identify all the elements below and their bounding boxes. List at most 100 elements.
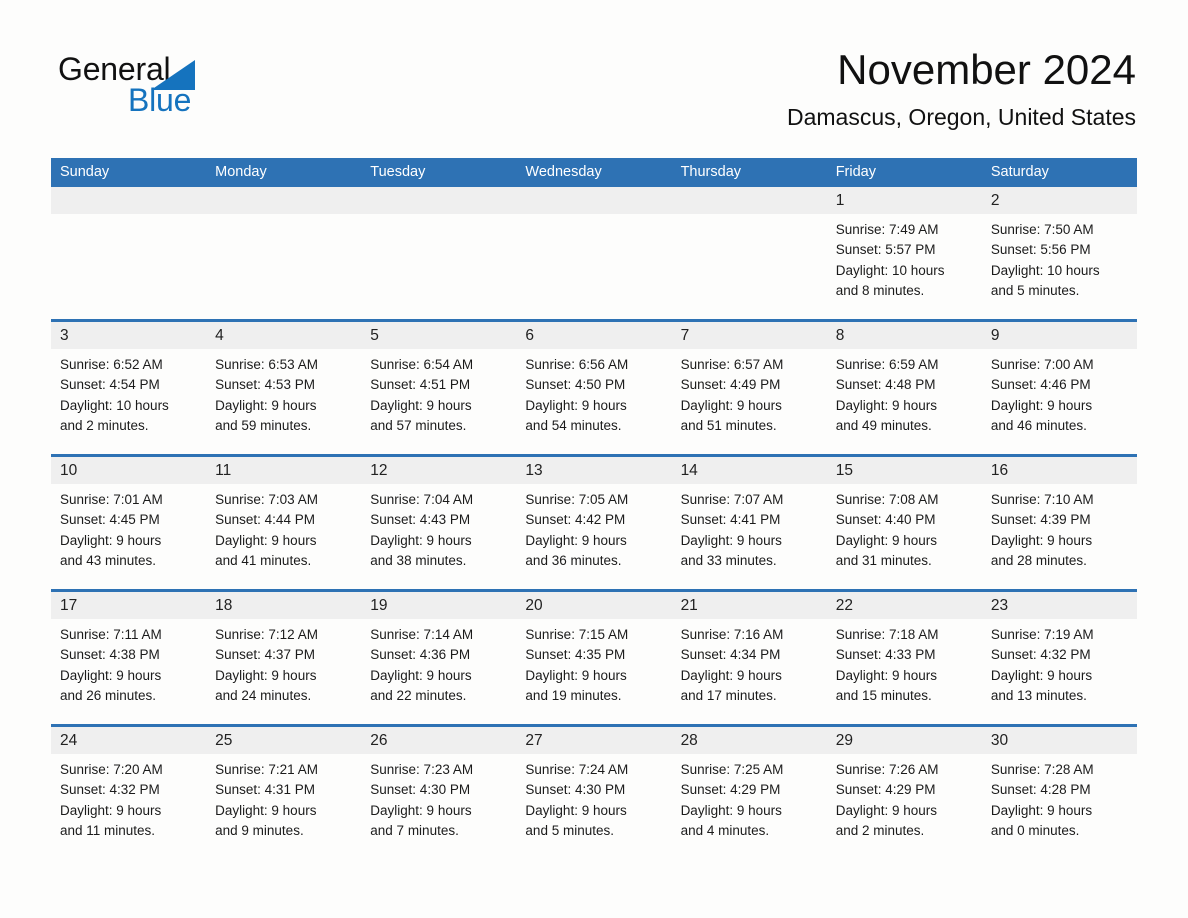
daylight-text-line2: and 57 minutes. [370, 417, 467, 433]
day-number-band: 2 [981, 187, 1137, 214]
day-cell[interactable]: 17 Sunrise: 7:11 AM Sunset: 4:38 PM Dayl… [51, 592, 207, 724]
day-cell[interactable]: 25 Sunrise: 7:21 AM Sunset: 4:31 PM Dayl… [206, 727, 362, 859]
day-number-band: 16 [981, 457, 1137, 484]
week-row: 1 Sunrise: 7:49 AM Sunset: 5:57 PM Dayli… [51, 187, 1137, 319]
day-number: 10 [60, 462, 78, 479]
day-cell[interactable]: 20 Sunrise: 7:15 AM Sunset: 4:35 PM Dayl… [516, 592, 672, 724]
daylight-text-line2: and 28 minutes. [990, 552, 1087, 568]
day-cell[interactable]: 1 Sunrise: 7:49 AM Sunset: 5:57 PM Dayli… [826, 187, 982, 319]
day-number: 13 [525, 462, 543, 479]
sunset-text: Sunset: 4:45 PM [60, 512, 160, 528]
day-cell[interactable]: 27 Sunrise: 7:24 AM Sunset: 4:30 PM Dayl… [516, 727, 672, 859]
day-cell[interactable]: 15 Sunrise: 7:08 AM Sunset: 4:40 PM Dayl… [826, 457, 982, 589]
day-cell[interactable]: 18 Sunrise: 7:12 AM Sunset: 4:37 PM Dayl… [206, 592, 362, 724]
day-cell[interactable]: 9 Sunrise: 7:00 AM Sunset: 4:46 PM Dayli… [981, 322, 1137, 454]
sunset-text: Sunset: 4:38 PM [60, 647, 160, 663]
day-cell[interactable]: 11 Sunrise: 7:03 AM Sunset: 4:44 PM Dayl… [206, 457, 362, 589]
sunset-text: Sunset: 4:41 PM [680, 512, 781, 528]
day-details: Sunrise: 7:05 AM Sunset: 4:42 PM Dayligh… [516, 484, 671, 571]
daylight-text-line1: Daylight: 9 hours [60, 667, 162, 683]
day-details: Sunrise: 7:03 AM Sunset: 4:44 PM Dayligh… [206, 484, 361, 571]
daylight-text-line2: and 54 minutes. [525, 417, 622, 433]
day-cell[interactable]: 4 Sunrise: 6:53 AM Sunset: 4:53 PM Dayli… [206, 322, 362, 454]
day-cell[interactable]: 19 Sunrise: 7:14 AM Sunset: 4:36 PM Dayl… [361, 592, 517, 724]
day-number-band [51, 187, 207, 214]
daylight-text-line1: Daylight: 9 hours [525, 397, 627, 413]
day-cell[interactable] [671, 187, 827, 319]
day-cell[interactable] [516, 187, 672, 319]
day-cell[interactable]: 16 Sunrise: 7:10 AM Sunset: 4:39 PM Dayl… [981, 457, 1137, 589]
day-number-band: 30 [981, 727, 1137, 754]
day-cell[interactable]: 8 Sunrise: 6:59 AM Sunset: 4:48 PM Dayli… [826, 322, 982, 454]
week-row: 10 Sunrise: 7:01 AM Sunset: 4:45 PM Dayl… [51, 454, 1137, 589]
daylight-text-line2: and 41 minutes. [215, 552, 312, 568]
daylight-text-line1: Daylight: 9 hours [60, 532, 162, 548]
daylight-text-line2: and 33 minutes. [680, 552, 777, 568]
day-cell[interactable]: 3 Sunrise: 6:52 AM Sunset: 4:54 PM Dayli… [51, 322, 207, 454]
day-number: 20 [525, 597, 543, 614]
daylight-text-line2: and 46 minutes. [990, 417, 1087, 433]
day-cell[interactable]: 21 Sunrise: 7:16 AM Sunset: 4:34 PM Dayl… [671, 592, 827, 724]
day-cell[interactable]: 7 Sunrise: 6:57 AM Sunset: 4:49 PM Dayli… [671, 322, 827, 454]
daylight-text-line1: Daylight: 9 hours [370, 667, 472, 683]
daylight-text-line2: and 17 minutes. [680, 687, 777, 703]
daylight-text-line2: and 19 minutes. [525, 687, 622, 703]
daylight-text-line1: Daylight: 9 hours [525, 532, 627, 548]
day-number-band: 15 [826, 457, 982, 484]
sunset-text: Sunset: 4:53 PM [215, 377, 315, 393]
day-details: Sunrise: 7:25 AM Sunset: 4:29 PM Dayligh… [672, 754, 827, 841]
day-number-band: 26 [361, 727, 517, 754]
day-number: 1 [835, 192, 845, 209]
day-number: 5 [370, 327, 379, 344]
sunset-text: Sunset: 4:37 PM [215, 647, 315, 663]
day-cell[interactable] [361, 187, 517, 319]
day-number-band: 25 [206, 727, 362, 754]
sunrise-text: Sunrise: 6:56 AM [525, 357, 629, 372]
sunset-text: Sunset: 4:54 PM [60, 377, 160, 393]
daylight-text-line2: and 26 minutes. [60, 687, 157, 703]
daylight-text-line1: Daylight: 9 hours [990, 802, 1093, 818]
day-cell[interactable]: 23 Sunrise: 7:19 AM Sunset: 4:32 PM Dayl… [981, 592, 1137, 724]
day-number-band: 18 [206, 592, 362, 619]
day-number: 7 [680, 327, 690, 344]
day-cell[interactable]: 29 Sunrise: 7:26 AM Sunset: 4:29 PM Dayl… [826, 727, 982, 859]
day-cell[interactable]: 26 Sunrise: 7:23 AM Sunset: 4:30 PM Dayl… [361, 727, 517, 859]
day-number: 16 [990, 462, 1009, 479]
day-cell[interactable]: 28 Sunrise: 7:25 AM Sunset: 4:29 PM Dayl… [671, 727, 827, 859]
day-number-band: 17 [51, 592, 207, 619]
daylight-text-line1: Daylight: 9 hours [680, 397, 782, 413]
sunset-text: Sunset: 4:28 PM [990, 782, 1091, 798]
daylight-text-line2: and 2 minutes. [60, 417, 149, 433]
page-header: General Blue November 2024 Damascus, Ore… [0, 0, 1188, 155]
day-number: 22 [835, 597, 853, 614]
day-cell[interactable]: 30 Sunrise: 7:28 AM Sunset: 4:28 PM Dayl… [981, 727, 1137, 859]
day-cell[interactable]: 10 Sunrise: 7:01 AM Sunset: 4:45 PM Dayl… [51, 457, 207, 589]
day-number-band: 8 [826, 322, 982, 349]
day-number: 2 [990, 192, 1000, 209]
weekday-saturday: Saturday [990, 164, 1049, 180]
day-cell[interactable]: 24 Sunrise: 7:20 AM Sunset: 4:32 PM Dayl… [51, 727, 207, 859]
day-number-band: 29 [826, 727, 982, 754]
day-number-band: 1 [826, 187, 982, 214]
day-cell[interactable]: 13 Sunrise: 7:05 AM Sunset: 4:42 PM Dayl… [516, 457, 672, 589]
sunset-text: Sunset: 4:29 PM [835, 782, 936, 798]
day-number: 14 [680, 462, 698, 479]
daylight-text-line1: Daylight: 9 hours [680, 802, 782, 818]
day-number: 9 [990, 327, 1000, 344]
day-cell[interactable]: 6 Sunrise: 6:56 AM Sunset: 4:50 PM Dayli… [516, 322, 672, 454]
day-details [206, 214, 361, 220]
sunset-text: Sunset: 4:42 PM [525, 512, 626, 528]
daylight-text-line1: Daylight: 9 hours [370, 397, 472, 413]
daylight-text-line2: and 5 minutes. [525, 822, 614, 838]
day-cell[interactable] [206, 187, 362, 319]
day-cell[interactable]: 22 Sunrise: 7:18 AM Sunset: 4:33 PM Dayl… [826, 592, 982, 724]
weekday-header-row: Sunday Monday Tuesday Wednesday Thursday… [51, 158, 1137, 187]
day-cell[interactable]: 5 Sunrise: 6:54 AM Sunset: 4:51 PM Dayli… [361, 322, 517, 454]
day-cell[interactable]: 2 Sunrise: 7:50 AM Sunset: 5:56 PM Dayli… [981, 187, 1137, 319]
day-cell[interactable]: 14 Sunrise: 7:07 AM Sunset: 4:41 PM Dayl… [671, 457, 827, 589]
daylight-text-line1: Daylight: 9 hours [835, 532, 938, 548]
day-details [361, 214, 516, 220]
daylight-text-line1: Daylight: 9 hours [370, 802, 472, 818]
day-cell[interactable] [51, 187, 207, 319]
day-cell[interactable]: 12 Sunrise: 7:04 AM Sunset: 4:43 PM Dayl… [361, 457, 517, 589]
